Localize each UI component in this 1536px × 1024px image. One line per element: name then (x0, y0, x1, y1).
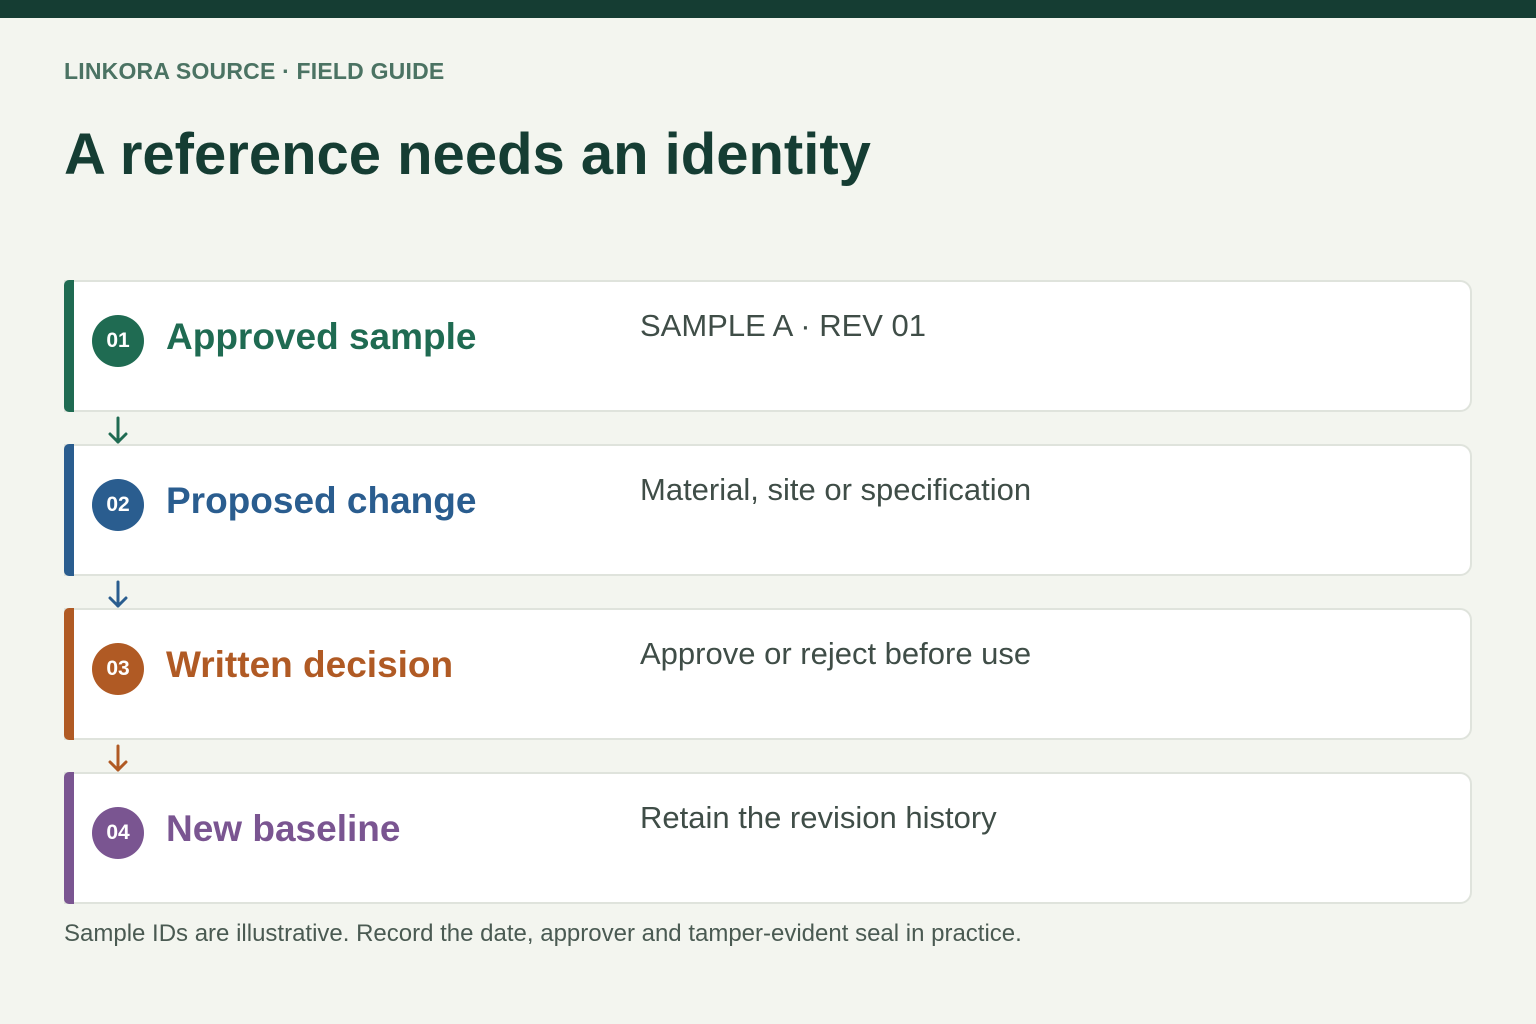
step-number-badge: 03 (92, 643, 144, 695)
arrow-down-icon (108, 416, 128, 444)
step-title: New baseline (166, 808, 401, 849)
step-title: Written decision (166, 644, 454, 685)
arrow-down-icon (108, 580, 128, 608)
step-card-proposed-change: 02 Proposed change Material, site or spe… (64, 444, 1472, 576)
top-bar (0, 0, 1536, 18)
step-number-badge: 04 (92, 807, 144, 859)
step-number-badge: 01 (92, 315, 144, 367)
step-detail: Approve or reject before use (640, 636, 1032, 671)
step-accent-bar (64, 772, 74, 904)
step-detail: Material, site or specification (640, 472, 1032, 507)
step-number-badge: 02 (92, 479, 144, 531)
step-card-written-decision: 03 Written decision Approve or reject be… (64, 608, 1472, 740)
step-title: Proposed change (166, 480, 477, 521)
step-card-approved-sample: 01 Approved sample SAMPLE A · REV 01 (64, 280, 1472, 412)
step-card-new-baseline: 04 New baseline Retain the revision hist… (64, 772, 1472, 904)
step-detail: SAMPLE A · REV 01 (640, 308, 927, 343)
page-title: A reference needs an identity (64, 122, 871, 187)
step-accent-bar (64, 608, 74, 740)
eyebrow-label: LINKORA SOURCE · FIELD GUIDE (64, 58, 445, 84)
step-accent-bar (64, 444, 74, 576)
arrow-down-icon (108, 744, 128, 772)
step-title: Approved sample (166, 316, 477, 357)
step-detail: Retain the revision history (640, 800, 997, 835)
footnote: Sample IDs are illustrative. Record the … (64, 920, 1022, 947)
step-accent-bar (64, 280, 74, 412)
